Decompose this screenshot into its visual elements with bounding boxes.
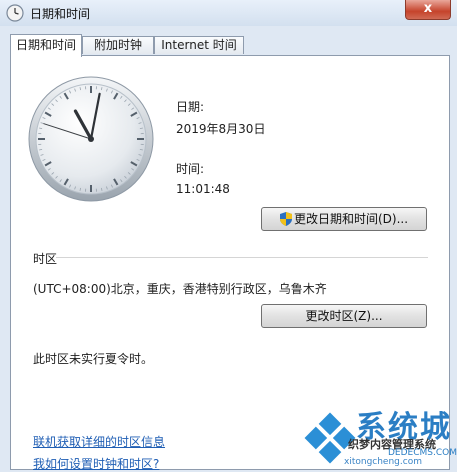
uac-shield-icon <box>280 212 292 226</box>
time-label: 时间: <box>176 160 204 177</box>
clock-center <box>88 136 94 142</box>
dst-note: 此时区未实行夏令时。 <box>33 350 153 367</box>
change-date-time-label: 更改日期和时间(D)... <box>294 212 408 226</box>
clock-app-icon <box>6 4 24 22</box>
date-label: 日期: <box>176 98 204 115</box>
tab-additional-clocks[interactable]: 附加时钟 <box>82 36 154 54</box>
change-timezone-button[interactable]: 更改时区(Z)... <box>261 304 427 328</box>
analog-clock <box>27 75 155 203</box>
title-bar: 日期和时间 x <box>0 0 457 26</box>
timezone-value: (UTC+08:00)北京，重庆，香港特别行政区，乌鲁木齐 <box>33 280 327 297</box>
timezone-separator <box>56 257 428 258</box>
tab-internet-time[interactable]: Internet 时间 <box>154 36 244 54</box>
time-value: 11:01:48 <box>176 182 230 196</box>
timezone-info-link[interactable]: 联机获取详细的时区信息 <box>33 433 165 450</box>
tab-date-time[interactable]: 日期和时间 <box>10 34 82 57</box>
timezone-header: 时区 <box>33 250 57 267</box>
close-button[interactable]: x <box>405 0 451 20</box>
watermark-site: xitongcheng.com <box>344 457 422 467</box>
change-date-time-button[interactable]: 更改日期和时间(D)... <box>261 207 427 231</box>
clock-help-link[interactable]: 我如何设置时钟和时区? <box>33 455 159 472</box>
date-value: 2019年8月30日 <box>176 120 265 137</box>
watermark: 系统城 织梦内容管理系统 DEDECMS.COM xitongcheng.com <box>300 400 457 468</box>
window-title: 日期和时间 <box>30 5 90 22</box>
